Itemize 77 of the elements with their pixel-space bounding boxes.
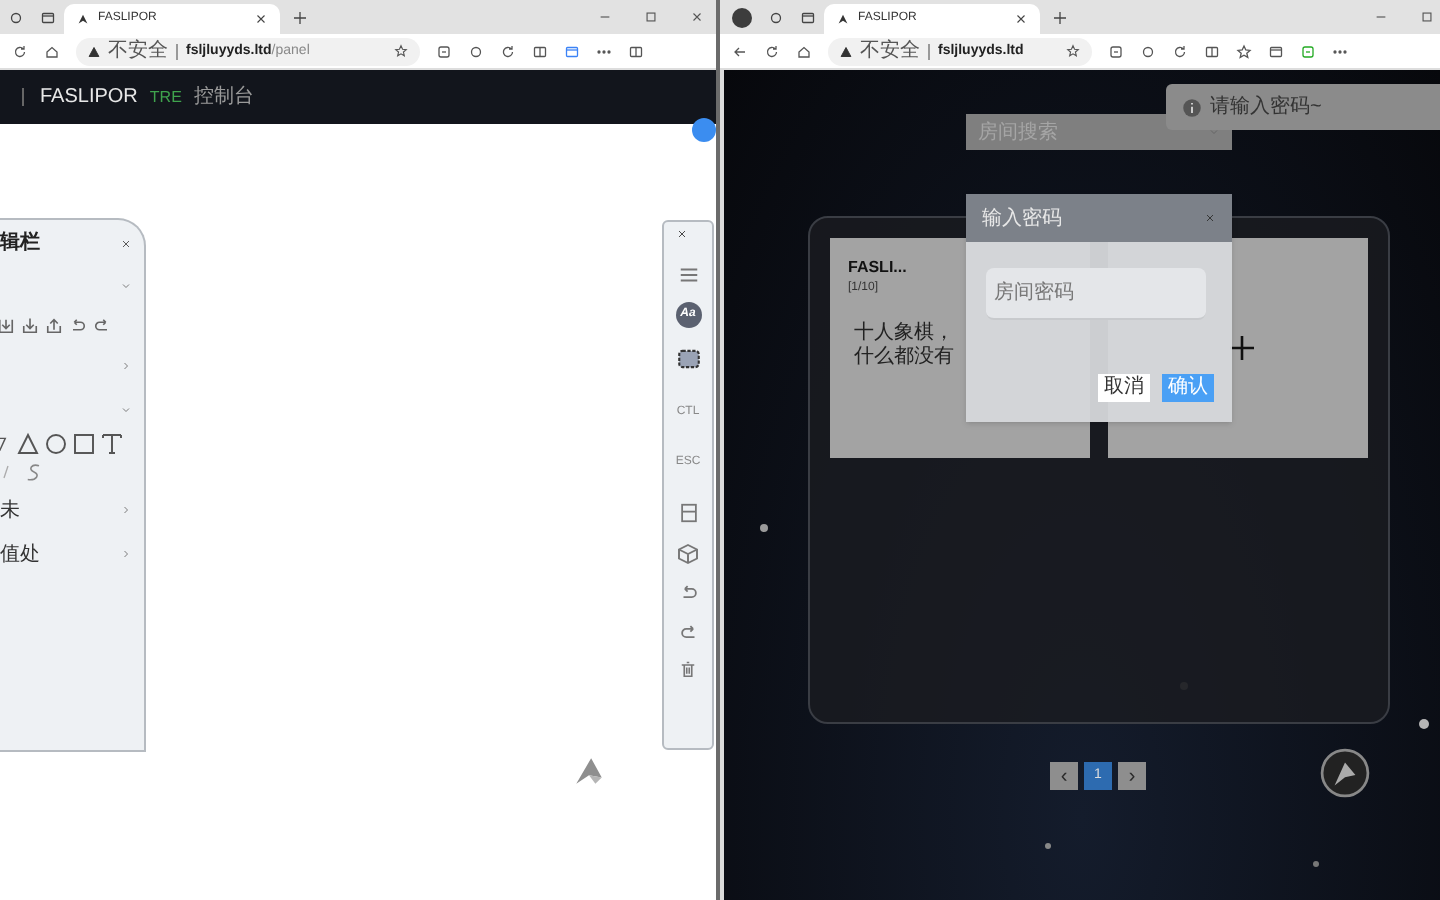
close-icon[interactable] bbox=[676, 228, 688, 240]
maximize-icon[interactable] bbox=[1420, 10, 1434, 24]
plus-icon bbox=[1226, 332, 1258, 364]
undo-icon[interactable] bbox=[68, 316, 88, 336]
panel-section[interactable]: 未 bbox=[0, 488, 132, 532]
nav-link[interactable]: 控制台 bbox=[193, 82, 254, 112]
security-label: 不安全 bbox=[860, 41, 920, 61]
tab-actions-icon[interactable] bbox=[40, 9, 56, 25]
section-label: 未 bbox=[0, 497, 20, 525]
refresh-icon[interactable] bbox=[764, 43, 780, 59]
password-field[interactable]: 房间密码 bbox=[986, 268, 1206, 320]
brand-name: FASLIPOR bbox=[40, 84, 138, 112]
security-label: 不安全 bbox=[108, 41, 168, 61]
close-icon[interactable] bbox=[254, 12, 268, 26]
section-label: 值处 bbox=[0, 541, 40, 569]
room-name: FASLI... bbox=[848, 256, 907, 280]
text-tool-icon[interactable] bbox=[100, 432, 124, 456]
tab-logo-icon bbox=[76, 12, 90, 26]
sidebar-icon[interactable] bbox=[628, 43, 644, 59]
logo-icon bbox=[1320, 748, 1370, 798]
previous-page-button[interactable]: ‹ bbox=[1050, 762, 1078, 790]
redo-icon[interactable] bbox=[92, 316, 112, 336]
chevron-right-icon bbox=[120, 360, 132, 372]
profile-avatar[interactable] bbox=[732, 7, 752, 27]
room-description: 十人象棋，什么都没有 bbox=[854, 322, 956, 370]
screen-icon[interactable] bbox=[675, 345, 701, 371]
download-icon[interactable] bbox=[0, 316, 16, 336]
square-icon[interactable] bbox=[72, 432, 96, 456]
chevron-down-icon bbox=[120, 280, 132, 292]
warning-icon bbox=[840, 45, 852, 57]
logo-icon bbox=[572, 754, 606, 788]
curve-tool-icon[interactable] bbox=[24, 460, 44, 484]
info-icon bbox=[1182, 97, 1202, 117]
trash-icon[interactable] bbox=[678, 660, 698, 680]
home-icon[interactable] bbox=[44, 43, 60, 59]
favorites-icon[interactable] bbox=[1236, 43, 1252, 59]
tab-actions-icon[interactable] bbox=[800, 9, 816, 25]
split-screen-icon[interactable] bbox=[532, 43, 548, 59]
maximize-icon[interactable] bbox=[644, 10, 658, 24]
collections-icon[interactable] bbox=[564, 43, 580, 59]
back-icon[interactable] bbox=[732, 43, 748, 59]
warning-icon bbox=[88, 45, 100, 57]
home-icon[interactable] bbox=[796, 43, 812, 59]
menu-icon[interactable] bbox=[677, 263, 699, 285]
circle-icon[interactable] bbox=[44, 432, 68, 456]
panel-section[interactable]: 值处 bbox=[0, 532, 132, 576]
cube-icon[interactable] bbox=[676, 541, 700, 565]
download-icon[interactable] bbox=[20, 316, 40, 336]
close-icon[interactable] bbox=[690, 10, 704, 24]
workspace-icon[interactable] bbox=[8, 9, 24, 25]
split-screen-icon[interactable] bbox=[1204, 43, 1220, 59]
status-badge bbox=[692, 118, 716, 142]
panel-title: 辑栏 bbox=[0, 229, 40, 258]
chevron-right-icon bbox=[120, 548, 132, 560]
record-icon[interactable] bbox=[1140, 43, 1156, 59]
upload-icon[interactable] bbox=[44, 316, 64, 336]
dialog-title: 输入密码 bbox=[982, 205, 1062, 233]
save-icon[interactable] bbox=[677, 502, 699, 524]
chevron-down-icon bbox=[1208, 126, 1220, 138]
record-icon[interactable] bbox=[468, 43, 484, 59]
refresh-icon[interactable] bbox=[12, 43, 28, 59]
new-tab-icon[interactable] bbox=[292, 9, 308, 25]
chevron-down-icon bbox=[120, 404, 132, 416]
star-icon[interactable] bbox=[1066, 44, 1080, 58]
collections-icon[interactable] bbox=[1268, 43, 1284, 59]
star-icon[interactable] bbox=[394, 44, 408, 58]
cancel-button[interactable]: 取消 bbox=[1098, 374, 1150, 402]
redo-icon[interactable] bbox=[677, 621, 699, 643]
next-page-button[interactable]: › bbox=[1118, 762, 1146, 790]
triangle-icon[interactable] bbox=[16, 432, 40, 456]
close-icon[interactable] bbox=[120, 237, 132, 249]
workspace-icon[interactable] bbox=[768, 9, 784, 25]
close-icon[interactable] bbox=[1014, 12, 1028, 26]
new-tab-icon[interactable] bbox=[1052, 9, 1068, 25]
chevron-right-icon bbox=[120, 504, 132, 516]
tab-logo-icon bbox=[836, 12, 850, 26]
brand-tag: TRE bbox=[149, 85, 182, 109]
